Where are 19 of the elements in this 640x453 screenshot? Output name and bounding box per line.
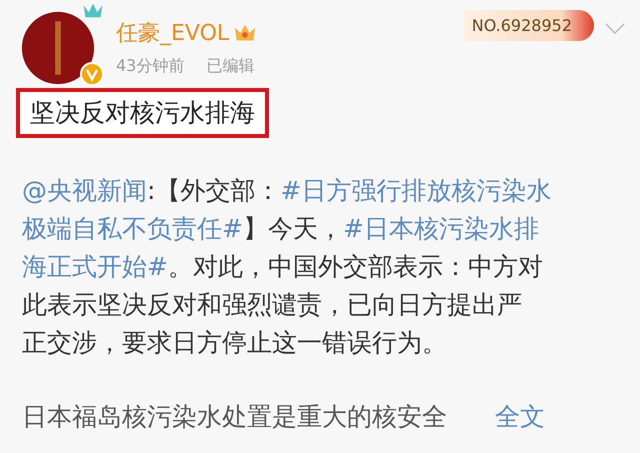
- hashtag-link[interactable]: #日本核污染水排: [342, 214, 539, 243]
- fan-badge[interactable]: NO.6928952: [464, 10, 594, 41]
- post-text: 。对此，中国外交部表示：中方对: [168, 252, 543, 281]
- hashtag-link[interactable]: 海正式开始#: [22, 252, 168, 281]
- avatar-icon[interactable]: [20, 10, 96, 86]
- hashtag-link[interactable]: #日方强行排放核污染水: [280, 176, 552, 205]
- post-text: 】今天，: [242, 214, 343, 243]
- post-text: :【外交部：: [147, 176, 280, 205]
- post-text: 此表示坚决反对和强烈谴责，已向日方提出严: [22, 290, 522, 319]
- post-text: 日本福岛核污染水处置是重大的核安全: [22, 402, 447, 431]
- highlighted-title: 坚决反对核污水排海: [16, 88, 269, 138]
- author-name[interactable]: 任豪_EVOL: [116, 18, 230, 48]
- hashtag-link[interactable]: @央视新闻: [22, 176, 147, 205]
- edited-label: 已编辑: [206, 56, 254, 77]
- post-time: 43分钟前: [116, 56, 184, 77]
- full-text-link[interactable]: 全文: [494, 402, 545, 431]
- post-text: 正交涉，要求日方停止这一错误行为。: [22, 328, 447, 357]
- level-icon: [82, 2, 104, 19]
- hashtag-link[interactable]: 极端自私不负责任#: [22, 214, 243, 243]
